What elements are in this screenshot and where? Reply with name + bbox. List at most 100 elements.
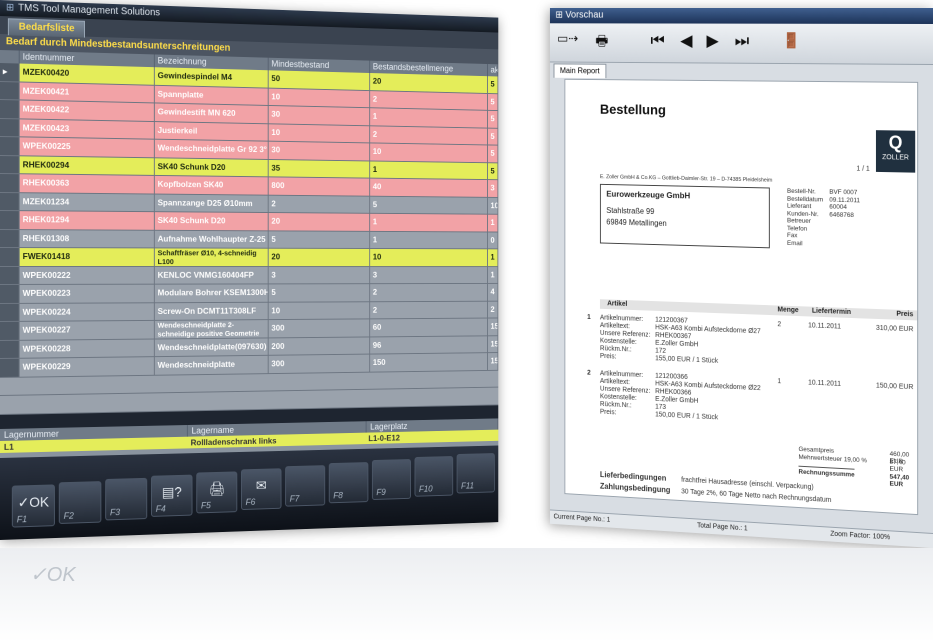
function-key-f9[interactable]: F9 — [371, 459, 412, 501]
function-key-f10[interactable]: F10 — [414, 456, 454, 497]
print-icon[interactable]: 🖶 — [595, 31, 608, 55]
cell-bestand: 2 — [487, 301, 499, 318]
cell-bestand: 5 — [487, 110, 499, 128]
article-items: 1 Artikelnummer: 121200367 Artikeltext: HSK-… — [565, 80, 917, 421]
export-icon[interactable]: ▭⇢ — [557, 31, 578, 46]
order-meta-value: BVF 0007 — [829, 188, 858, 197]
cell-mindestbestand: 300 — [268, 354, 371, 373]
cell-bestand: 150 — [487, 353, 499, 370]
cell-bestand: 4 — [487, 283, 499, 301]
cell-bestellmenge: 60 — [370, 318, 488, 337]
function-key-f4[interactable]: ▤? F4 — [151, 474, 193, 517]
function-key-label: F11 — [461, 480, 474, 491]
function-key-f1[interactable]: ✓OK F1 — [11, 484, 55, 528]
cell-bezeichnung: Justierkeil — [154, 121, 269, 141]
recipient-address: Eurowerkzeuge GmbH Stahlstraße 99 69849 … — [599, 183, 770, 249]
article-termin: 10.11.2011 — [808, 379, 841, 388]
cell-bestand: 1 — [487, 249, 499, 266]
article-total: 150,00 EUR — [875, 382, 914, 392]
cell-bestand: 5 — [487, 93, 499, 111]
sum-mwst: Mehrwertsteuer 19,00 % 87,40 EUR — [798, 453, 905, 474]
article-value: 155,00 EUR / 1 Stück — [655, 355, 719, 365]
app-icon: ⊞ — [5, 2, 15, 14]
exit-door-icon[interactable]: 🚪 — [782, 32, 800, 50]
cell-mindestbestand: 2 — [268, 195, 371, 213]
cell-bezeichnung: Wendeschneidplatte — [154, 355, 269, 375]
company-logo: Q ZOLLER — [875, 130, 916, 173]
cell-bestand: 150 — [487, 335, 499, 353]
function-key-label: F4 — [155, 503, 166, 514]
sum-rechnung-value: 547,40 EUR — [889, 473, 910, 489]
table-row[interactable]: RHEK01294 SK40 Schunk D20 20 1 1 — [0, 211, 499, 233]
grid-body: ▸ MZEK00420 Gewindespindel M4 50 20 5 MZEK0042… — [0, 63, 499, 415]
function-key-f2[interactable]: F2 — [58, 481, 102, 524]
cell-mindestbestand: 10 — [268, 88, 371, 108]
cell-bezeichnung: Modulare Bohrer KSEM1300HPM — [154, 284, 269, 302]
tab-main-report[interactable]: Main Report — [553, 63, 606, 79]
cell-mindestbestand: 3 — [268, 266, 371, 284]
document-title: Bestellung — [599, 101, 666, 118]
table-row[interactable]: RHEK01308 Aufnahme Wohlhaupter Z-25 5 1 0 — [0, 229, 499, 250]
cell-identnummer: MZEK00420 — [19, 63, 155, 85]
preview-statusbar: Current Page No.: 1 Total Page No.: 1 Zo… — [549, 509, 933, 548]
function-key-f8[interactable]: F8 — [328, 462, 369, 504]
table-row[interactable]: FWEK01418 Schaftfräser Ø10, 4-schneidig L… — [0, 248, 499, 267]
function-key-f6[interactable]: ✉ F6 — [240, 468, 282, 511]
cell-bestand: 150 — [487, 318, 499, 335]
cell-bestellmenge: 96 — [370, 335, 488, 354]
cell-bestand: 3 — [487, 180, 499, 197]
article-termin: 10.11.2011 — [808, 322, 841, 331]
article-value: 121200367 — [655, 316, 688, 325]
floor-reflection: ✓OK — [0, 548, 933, 642]
cell-bestand: 0 — [487, 231, 499, 249]
sum-mwst-value: 87,40 EUR — [889, 458, 906, 474]
cell-mindestbestand: 200 — [268, 336, 371, 355]
function-key-icon — [106, 487, 146, 488]
cell-identnummer: FWEK01418 — [19, 248, 155, 266]
order-meta-value: 09.11.2011 — [829, 196, 860, 204]
tms-window: ⊞ TMS Tool Management Solutions Bedarfsli… — [0, 0, 499, 540]
cell-identnummer: RHEK01308 — [19, 229, 155, 248]
cell-mindestbestand: 10 — [268, 123, 371, 143]
article-value: 172 — [655, 347, 667, 355]
cell-bezeichnung: Screw-On DCMT11T308LF — [154, 302, 269, 320]
cell-mindestbestand: 50 — [268, 70, 371, 90]
article-value: 173 — [655, 403, 667, 411]
recipient-city: 69849 Metallingen — [606, 217, 667, 228]
cell-bestand: 5 — [487, 76, 499, 93]
cell-bestand: 1 — [487, 266, 499, 283]
first-page-button[interactable]: ⏮ — [651, 31, 665, 50]
cell-bezeichnung: Gewindespindel M4 — [154, 67, 269, 88]
cell-identnummer: MZEK00421 — [19, 81, 155, 103]
row-selector — [0, 340, 20, 358]
function-key-f11[interactable]: F11 — [456, 453, 495, 494]
function-key-f7[interactable]: F7 — [285, 465, 326, 507]
table-row[interactable]: WPEK00222 KENLOC VNMG160404FP 3 3 1 — [0, 266, 499, 285]
row-selector — [0, 100, 20, 118]
function-key-icon — [330, 471, 368, 472]
row-selector — [0, 284, 20, 303]
cell-bezeichnung: Schaftfräser Ø10, 4-schneidig L100 — [154, 248, 269, 266]
cell-bezeichnung: Spannplatte — [154, 85, 269, 105]
row-selector — [0, 266, 20, 284]
function-key-icon — [373, 468, 410, 469]
sender-line: E. Zoller GmbH & Co.KG – Gottlieb-Daimle… — [599, 174, 773, 184]
next-page-button[interactable]: ▶ — [706, 31, 718, 51]
function-key-icon: ✉ — [255, 477, 267, 494]
preview-window: ⊞ Vorschau ▭⇢ 🖶 ⏮ ◀ ▶ ⏭ 🚪 Main Report Be… — [549, 8, 933, 548]
last-page-button[interactable]: ⏭ — [735, 31, 749, 51]
order-meta-value: 6468768 — [829, 211, 854, 219]
cell-bestellmenge: 2 — [370, 125, 488, 145]
prev-page-button[interactable]: ◀ — [680, 31, 692, 50]
col-header-bestand[interactable]: aktueller Bestand — [487, 64, 499, 77]
cell-bestellmenge: 1 — [370, 213, 488, 232]
article-item: 2 Artikelnummer: 121200366 Artikeltext: HSK-… — [587, 370, 917, 432]
cell-bestellmenge: 1 — [370, 231, 488, 249]
function-key-icon — [60, 490, 101, 491]
function-key-f5[interactable]: 🖨 F5 — [196, 471, 238, 514]
function-key-f3[interactable]: F3 — [105, 477, 148, 521]
row-selector — [0, 248, 20, 266]
zahlung-label: Zahlungsbedingung — [599, 481, 671, 495]
sum-mwst-label: Mehrwertsteuer 19,00 % — [798, 453, 867, 465]
cell-mindestbestand: 35 — [268, 159, 371, 178]
